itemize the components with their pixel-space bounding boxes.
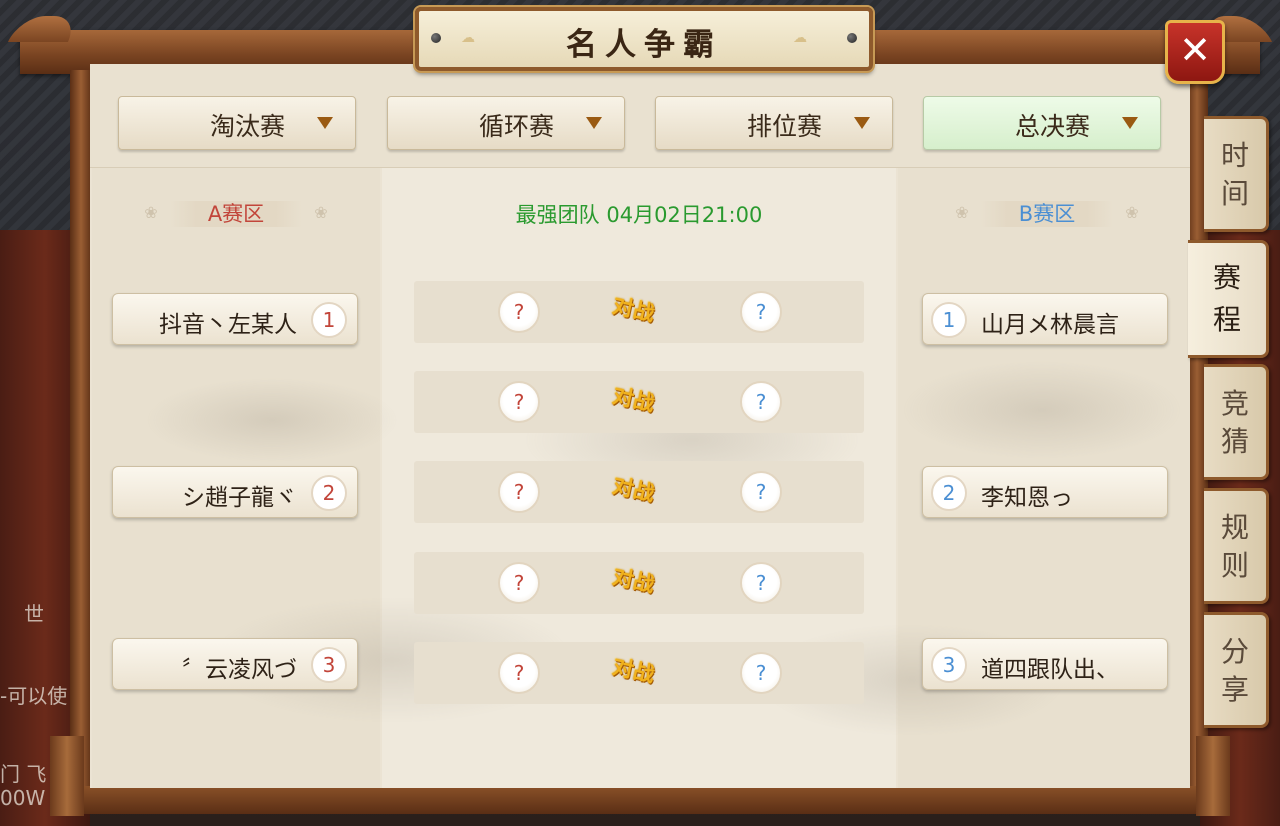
side-tab-label: 竞 <box>1220 387 1249 420</box>
player-name: 道四跟队出、 <box>981 657 1119 683</box>
frame-left-post <box>70 70 92 814</box>
versus-icon: 对战 <box>610 654 657 687</box>
side-tab-label: 程 <box>1212 303 1241 336</box>
match-row: ? 对战 ? <box>414 642 864 704</box>
unknown-player-slot[interactable]: ? <box>498 471 540 513</box>
versus-icon: 对战 <box>610 473 657 506</box>
dropdown-arrow-icon <box>854 117 870 129</box>
seed-badge: 1 <box>311 302 347 338</box>
side-tab-label: 赛 <box>1212 261 1241 294</box>
side-tab-rules[interactable]: 规 则 <box>1204 488 1269 604</box>
tab-label: 排位赛 <box>746 112 822 141</box>
match-row: ? 对战 ? <box>414 371 864 433</box>
unknown-player-slot[interactable]: ? <box>740 562 782 604</box>
tab-label: 循环赛 <box>478 112 554 141</box>
tab-knockout[interactable]: 淘汰赛 <box>118 96 356 150</box>
cloud-ornament-icon: ❀ <box>314 203 328 222</box>
side-tab-label: 则 <box>1220 549 1249 582</box>
versus-icon: 对战 <box>610 564 657 597</box>
tab-ranking[interactable]: 排位赛 <box>655 96 893 150</box>
side-tab-time[interactable]: 时 间 <box>1204 116 1269 232</box>
match-time-info: 最强团队 04月02日21:00 <box>515 203 763 227</box>
dropdown-arrow-icon <box>1122 117 1138 129</box>
zone-a-header: ❀ A赛区 ❀ <box>126 197 346 231</box>
versus-icon: 对战 <box>610 293 657 326</box>
side-tab-guess[interactable]: 竞 猜 <box>1204 364 1269 480</box>
side-tab-label: 间 <box>1220 177 1249 210</box>
match-row: ? 对战 ? <box>414 281 864 343</box>
unknown-player-slot[interactable]: ? <box>498 652 540 694</box>
unknown-player-slot[interactable]: ? <box>740 381 782 423</box>
seed-badge: 1 <box>931 302 967 338</box>
cloud-ornament-icon: ❀ <box>144 203 158 222</box>
side-tab-label: 时 <box>1220 139 1249 172</box>
side-tab-label: 享 <box>1220 673 1249 706</box>
side-tab-label: 猜 <box>1220 425 1249 458</box>
player-name: 〞云凌风づ <box>182 657 297 683</box>
cloud-ornament-icon: ❀ <box>955 203 969 222</box>
zone-b-player[interactable]: 3 道四跟队出、 <box>922 638 1168 690</box>
title-plaque: ☁ 名人争霸 ☁ <box>415 7 873 71</box>
unknown-player-slot[interactable]: ? <box>740 471 782 513</box>
tab-label: 淘汰赛 <box>209 112 285 141</box>
zone-b-label: B赛区 <box>1018 202 1076 226</box>
seed-badge: 2 <box>311 475 347 511</box>
player-name: 抖音丶左某人 <box>159 312 297 338</box>
zone-b-player[interactable]: 2 李知恩っ <box>922 466 1168 518</box>
tab-round-robin[interactable]: 循环赛 <box>387 96 625 150</box>
dropdown-arrow-icon <box>586 117 602 129</box>
zone-a-label: A赛区 <box>207 202 265 226</box>
versus-icon: 对战 <box>610 383 657 416</box>
side-tab-schedule[interactable]: 赛 程 <box>1188 240 1269 358</box>
zone-a-player[interactable]: 〞云凌风づ 3 <box>112 638 358 690</box>
side-tab-label: 分 <box>1220 635 1249 668</box>
cloud-ornament-icon: ☁ <box>793 30 807 46</box>
dropdown-arrow-icon <box>317 117 333 129</box>
player-name: 李知恩っ <box>981 485 1073 511</box>
unknown-player-slot[interactable]: ? <box>740 652 782 694</box>
match-row: ? 对战 ? <box>414 552 864 614</box>
frame-right-foot <box>1196 736 1230 816</box>
nail-icon <box>847 33 857 43</box>
unknown-player-slot[interactable]: ? <box>498 291 540 333</box>
side-tab-label: 规 <box>1220 511 1249 544</box>
side-tab-share[interactable]: 分 享 <box>1204 612 1269 728</box>
unknown-player-slot[interactable]: ? <box>740 291 782 333</box>
unknown-player-slot[interactable]: ? <box>498 381 540 423</box>
player-name: シ趙子龍ヾ <box>182 485 297 511</box>
seed-badge: 3 <box>311 647 347 683</box>
tab-finals[interactable]: 总决赛 <box>923 96 1161 150</box>
seed-badge: 3 <box>931 647 967 683</box>
seed-badge: 2 <box>931 475 967 511</box>
player-name: 山月メ林晨言 <box>981 312 1119 338</box>
frame-left-foot <box>50 736 84 816</box>
close-button[interactable]: ✕ <box>1165 20 1225 84</box>
frame-bottom-beam <box>50 786 1230 814</box>
zone-b-header: ❀ B赛区 ❀ <box>937 197 1157 231</box>
unknown-player-slot[interactable]: ? <box>498 562 540 604</box>
tab-label: 总决赛 <box>1014 112 1090 141</box>
match-row: ? 对战 ? <box>414 461 864 523</box>
zone-a-player[interactable]: シ趙子龍ヾ 2 <box>112 466 358 518</box>
cloud-ornament-icon: ❀ <box>1125 203 1139 222</box>
zone-a-player[interactable]: 抖音丶左某人 1 <box>112 293 358 345</box>
zone-b-player[interactable]: 1 山月メ林晨言 <box>922 293 1168 345</box>
